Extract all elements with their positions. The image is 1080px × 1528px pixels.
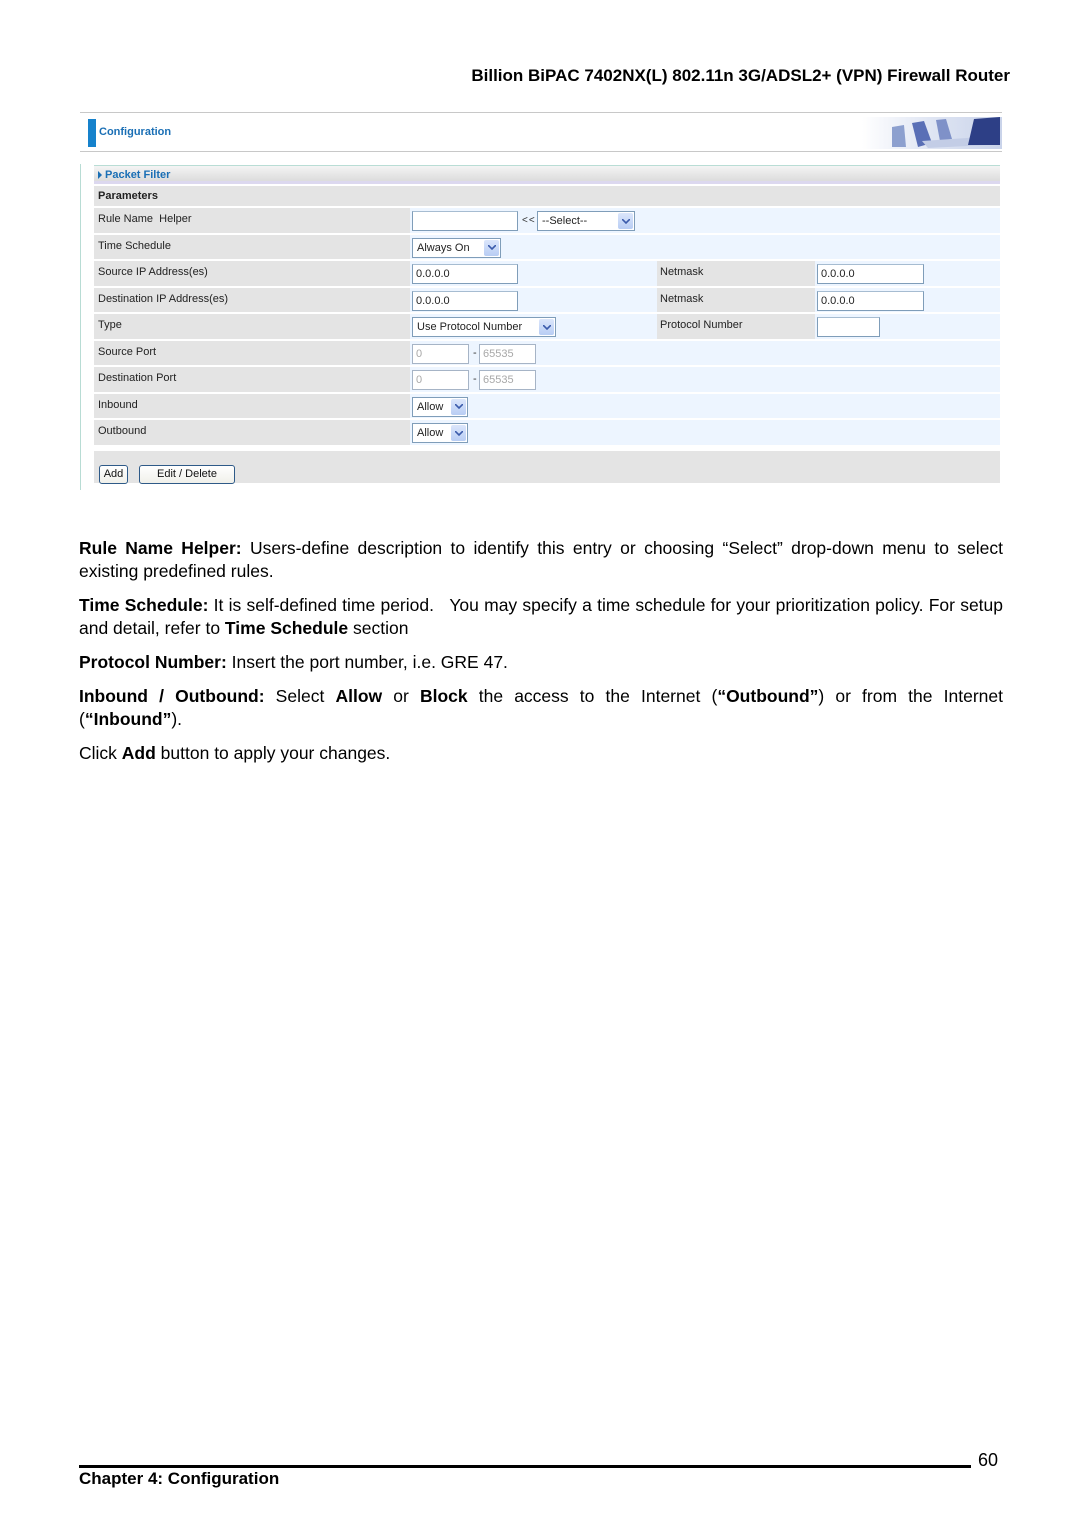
rule-helper-select-value: --Select-- bbox=[542, 215, 588, 227]
port-range-separator: - bbox=[473, 373, 477, 385]
outbound-select-value: Allow bbox=[417, 427, 444, 439]
block-term: Block bbox=[419, 686, 468, 706]
port-range-separator: - bbox=[473, 346, 477, 359]
chevron-down-icon bbox=[451, 425, 466, 441]
configuration-title: Configuration bbox=[99, 126, 172, 138]
protocol-number-label: Protocol Number bbox=[657, 314, 815, 339]
inbound-select[interactable]: Allow bbox=[412, 396, 468, 417]
outbound-select[interactable]: Allow bbox=[412, 423, 468, 443]
row-time-schedule: Time Schedule Always On bbox=[94, 232, 1000, 259]
document-header: Billion BiPAC 7402NX(L) 802.11n 3G/ADSL2… bbox=[471, 66, 1010, 85]
title-accent-bar bbox=[88, 119, 96, 147]
office-chairs-banner-image bbox=[862, 117, 1002, 149]
row-destination-ip: Destination IP Address(es) 0.0.0.0 Netma… bbox=[94, 285, 1000, 312]
term-protocol-number: Protocol Number: bbox=[79, 652, 227, 672]
add-term: Add bbox=[121, 743, 156, 763]
term-time-schedule: Time Schedule: bbox=[79, 595, 209, 615]
configuration-title-bar: Configuration bbox=[80, 112, 1002, 152]
add-button[interactable]: Add bbox=[99, 464, 128, 484]
rule-name-helper-label: Rule Name Helper bbox=[94, 208, 410, 233]
destination-ip-input[interactable]: 0.0.0.0 bbox=[412, 290, 518, 311]
source-netmask-input[interactable]: 0.0.0.0 bbox=[817, 264, 924, 284]
paragraph-time-schedule: Time Schedule: It is self-defined time p… bbox=[79, 594, 1003, 640]
source-port-start-input[interactable]: 0 bbox=[412, 343, 469, 364]
chapter-footer: Chapter 4: Configuration bbox=[79, 1469, 280, 1488]
destination-netmask-label: Netmask bbox=[657, 287, 815, 312]
text-fragment: or bbox=[382, 686, 420, 706]
outbound-label: Outbound bbox=[94, 420, 410, 445]
text-fragment: Select bbox=[264, 686, 336, 706]
chevron-down-icon bbox=[618, 213, 633, 229]
row-rule-name-helper: Rule Name Helper << --Select-- bbox=[94, 206, 1000, 233]
row-source-port: Source Port 0 - 65535 bbox=[94, 338, 1000, 365]
rule-name-input[interactable] bbox=[412, 211, 518, 231]
footer-rule bbox=[79, 1465, 971, 1468]
time-schedule-reference: Time Schedule bbox=[224, 618, 349, 638]
destination-port-start-input[interactable]: 0 bbox=[412, 370, 469, 390]
paragraph-rule-name-helper: Rule Name Helper: Users-define descripti… bbox=[79, 537, 1003, 583]
chevron-down-icon bbox=[451, 398, 466, 415]
text-fragment: Click bbox=[79, 743, 122, 763]
triangle-right-icon bbox=[98, 170, 102, 179]
text-fragment: ). bbox=[171, 709, 183, 729]
form-actions: Add Edit / Delete bbox=[94, 446, 1000, 484]
row-type: Type Use Protocol Number Protocol Number bbox=[94, 312, 1000, 339]
chevron-down-icon bbox=[484, 239, 499, 256]
destination-port-end-input[interactable]: 65535 bbox=[479, 370, 536, 390]
protocol-number-input[interactable] bbox=[817, 317, 880, 337]
type-label: Type bbox=[94, 314, 410, 339]
destination-netmask-input[interactable]: 0.0.0.0 bbox=[817, 290, 924, 311]
packet-filter-form: Packet Filter Parameters Rule Name Helpe… bbox=[94, 165, 1000, 484]
paragraph-inbound-outbound: Inbound / Outbound: Select Allow or Bloc… bbox=[79, 685, 1003, 731]
source-port-end-input[interactable]: 65535 bbox=[479, 343, 536, 364]
packet-filter-section-header: Packet Filter bbox=[94, 165, 1000, 184]
row-source-ip: Source IP Address(es) 0.0.0.0 Netmask 0.… bbox=[94, 259, 1000, 286]
time-schedule-value: Always On bbox=[417, 241, 470, 254]
router-config-screenshot: Configuration Packet Filter Parameters R… bbox=[80, 112, 1002, 490]
rule-helper-select[interactable]: --Select-- bbox=[537, 211, 635, 231]
row-inbound: Inbound Allow bbox=[94, 391, 1000, 418]
time-schedule-label: Time Schedule bbox=[94, 234, 410, 259]
type-select-value: Use Protocol Number bbox=[417, 321, 523, 333]
inbound-select-value: Allow bbox=[417, 400, 444, 413]
row-destination-port: Destination Port 0 - 65535 bbox=[94, 365, 1000, 392]
destination-ip-label: Destination IP Address(es) bbox=[94, 287, 410, 312]
copy-arrows-label: << bbox=[522, 215, 536, 226]
parameters-header: Parameters bbox=[94, 186, 1000, 206]
paragraph-protocol-number: Protocol Number: Insert the port number,… bbox=[79, 651, 1003, 674]
text-fragment: button to apply your changes. bbox=[155, 743, 391, 763]
source-port-label: Source Port bbox=[94, 340, 410, 365]
time-schedule-select[interactable]: Always On bbox=[412, 237, 501, 258]
desc-time-schedule: It is self-defined time period. You may … bbox=[79, 595, 1008, 638]
source-netmask-label: Netmask bbox=[657, 261, 815, 286]
page-number: 60 bbox=[978, 1450, 999, 1470]
left-border bbox=[80, 164, 81, 490]
destination-port-label: Destination Port bbox=[94, 367, 410, 392]
desc-time-schedule-tail: section bbox=[348, 618, 409, 638]
term-rule-name-helper: Rule Name Helper: bbox=[79, 538, 242, 558]
row-outbound: Outbound Allow bbox=[94, 418, 1000, 445]
inbound-label: Inbound bbox=[94, 393, 410, 418]
text-fragment: the access to the Internet ( bbox=[467, 686, 718, 706]
source-ip-label: Source IP Address(es) bbox=[94, 261, 410, 286]
term-inbound-outbound: Inbound / Outbound: bbox=[79, 686, 265, 706]
inbound-term: “Inbound” bbox=[84, 709, 172, 729]
desc-protocol-number: Insert the port number, i.e. GRE 47. bbox=[226, 652, 508, 672]
type-select[interactable]: Use Protocol Number bbox=[412, 317, 556, 337]
edit-delete-button[interactable]: Edit / Delete bbox=[139, 464, 235, 484]
outbound-term: “Outbound” bbox=[717, 686, 819, 706]
chevron-down-icon bbox=[539, 319, 554, 335]
section-title: Packet Filter bbox=[105, 168, 171, 181]
source-ip-input[interactable]: 0.0.0.0 bbox=[412, 264, 518, 284]
paragraph-click-add: Click Add button to apply your changes. bbox=[79, 742, 1003, 765]
allow-term: Allow bbox=[335, 686, 383, 706]
